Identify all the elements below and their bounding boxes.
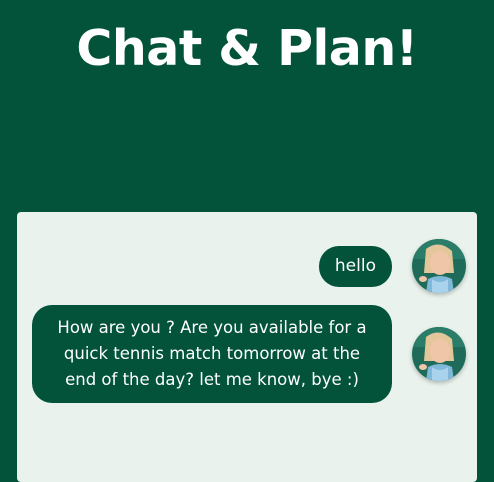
chat-message: hello: [318, 239, 466, 293]
chat-panel: hello How are you ? Are you available fo…: [17, 212, 477, 482]
message-bubble: How are you ? Are you available for a qu…: [32, 305, 392, 403]
chat-message: How are you ? Are you available for a qu…: [32, 305, 466, 403]
avatar: [412, 327, 466, 381]
message-bubble: hello: [318, 245, 392, 287]
avatar: [412, 239, 466, 293]
page-title: Chat & Plan!: [76, 20, 418, 77]
